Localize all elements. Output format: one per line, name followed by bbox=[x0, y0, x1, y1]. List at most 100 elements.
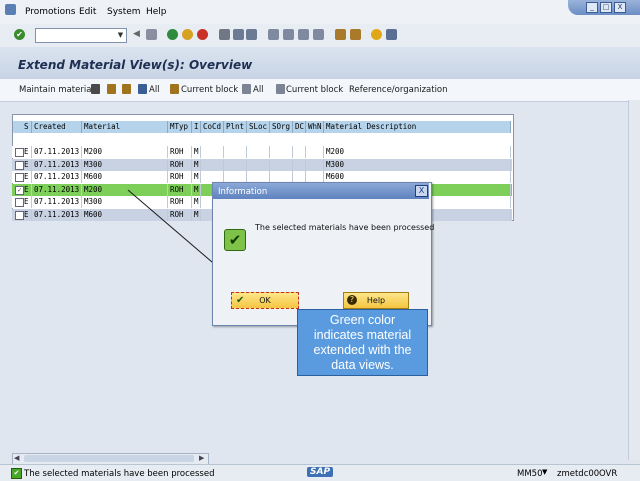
save-icon[interactable] bbox=[146, 29, 157, 40]
cell-created-date[interactable]: 07.11.2013 bbox=[32, 208, 82, 221]
cell-created-date[interactable]: 07.11.2013 bbox=[32, 196, 82, 208]
dialog-close-button[interactable]: X bbox=[415, 185, 428, 197]
column-header-sorg[interactable]: SOrg bbox=[270, 121, 293, 133]
column-header-whn[interactable]: WhN bbox=[306, 121, 324, 133]
maximize-button[interactable]: □ bbox=[600, 2, 612, 13]
cell-material-type[interactable]: ROH bbox=[168, 171, 192, 183]
scroll-left-icon[interactable]: ◀ bbox=[14, 454, 19, 462]
cell-industry-sector[interactable]: M bbox=[192, 171, 201, 183]
horizontal-scroll-thumb[interactable] bbox=[24, 455, 194, 462]
last-page-icon[interactable] bbox=[313, 29, 324, 40]
cell-material-type[interactable]: ROH bbox=[168, 208, 192, 221]
previous-page-icon[interactable] bbox=[283, 29, 294, 40]
cell-empty[interactable] bbox=[224, 146, 247, 158]
first-page-icon[interactable] bbox=[268, 29, 279, 40]
create-session-icon[interactable] bbox=[335, 29, 346, 40]
command-dropdown-icon[interactable]: ▼ bbox=[116, 29, 125, 41]
column-header-sloc[interactable]: SLoc bbox=[247, 121, 270, 133]
select-all-icon[interactable] bbox=[138, 84, 147, 94]
cell-material-number[interactable]: M600 bbox=[82, 171, 168, 183]
cell-industry-sector[interactable]: M bbox=[192, 146, 201, 158]
cell-empty[interactable] bbox=[201, 146, 224, 158]
deselect-current-block-button[interactable]: Current block bbox=[286, 85, 343, 95]
cell-empty[interactable] bbox=[293, 158, 306, 171]
filter-icon[interactable] bbox=[122, 84, 131, 94]
dialog-help-button[interactable]: ? Help bbox=[343, 292, 409, 309]
find-icon[interactable] bbox=[233, 29, 244, 40]
column-header-created[interactable]: Created bbox=[32, 121, 82, 133]
enter-icon[interactable]: ✔ bbox=[14, 29, 25, 40]
cell-empty[interactable] bbox=[306, 158, 324, 171]
cell-material-number[interactable]: M300 bbox=[82, 158, 168, 171]
cell-material-type[interactable]: ROH bbox=[168, 196, 192, 208]
cell-industry-sector[interactable]: M bbox=[192, 208, 201, 221]
minimize-button[interactable]: _ bbox=[586, 2, 598, 13]
cell-status[interactable]: E bbox=[22, 158, 32, 171]
cell-status[interactable]: E bbox=[22, 146, 32, 158]
menu-help[interactable]: Help bbox=[146, 7, 167, 17]
column-header-material-description[interactable]: Material Description bbox=[324, 121, 511, 133]
shortcut-icon[interactable] bbox=[350, 29, 361, 40]
menu-promotions[interactable]: Promotions bbox=[25, 7, 75, 17]
status-dropdown-icon[interactable]: ▼ bbox=[542, 468, 547, 476]
cell-empty[interactable] bbox=[270, 158, 293, 171]
close-window-button[interactable]: X bbox=[614, 2, 626, 13]
column-header-i[interactable]: I bbox=[192, 121, 201, 133]
cell-status[interactable]: E bbox=[22, 183, 32, 196]
cell-industry-sector[interactable]: M bbox=[192, 196, 201, 208]
cell-material-type[interactable]: ROH bbox=[168, 183, 192, 196]
maintain-materials-button[interactable]: Maintain materials bbox=[19, 85, 98, 95]
cell-created-date[interactable]: 07.11.2013 bbox=[32, 146, 82, 158]
column-header-dc[interactable]: DC bbox=[293, 121, 306, 133]
cell-empty[interactable] bbox=[201, 158, 224, 171]
cell-material-type[interactable]: ROH bbox=[168, 146, 192, 158]
next-page-icon[interactable] bbox=[298, 29, 309, 40]
column-header-plnt[interactable]: Plnt bbox=[224, 121, 247, 133]
table-row[interactable]: E 07.11.2013 M300 ROH M M300 bbox=[12, 158, 512, 171]
status-insert-mode[interactable]: OVR bbox=[599, 469, 617, 479]
cell-material-number[interactable]: M600 bbox=[82, 208, 168, 221]
cell-empty[interactable] bbox=[270, 146, 293, 158]
column-header-mtyp[interactable]: MTyp bbox=[168, 121, 192, 133]
status-transaction-code[interactable]: MM50 bbox=[517, 469, 542, 479]
find-next-icon[interactable] bbox=[246, 29, 257, 40]
cell-status[interactable]: E bbox=[22, 208, 32, 221]
deselect-all-button[interactable]: All bbox=[253, 85, 264, 95]
select-all-button[interactable]: All bbox=[149, 85, 160, 95]
cell-material-type[interactable]: ROH bbox=[168, 158, 192, 171]
back-icon[interactable] bbox=[167, 29, 178, 40]
deselect-all-icon[interactable] bbox=[242, 84, 251, 94]
vertical-scrollbar[interactable] bbox=[628, 100, 640, 460]
cell-empty[interactable] bbox=[293, 146, 306, 158]
cell-empty[interactable] bbox=[247, 158, 270, 171]
cell-created-date[interactable]: 07.11.2013 bbox=[32, 183, 82, 196]
cell-created-date[interactable]: 07.11.2013 bbox=[32, 171, 82, 183]
cell-empty[interactable] bbox=[306, 146, 324, 158]
column-header-material[interactable]: Material bbox=[82, 121, 168, 133]
menu-edit[interactable]: Edit bbox=[79, 7, 96, 17]
cell-material-description[interactable]: M200 bbox=[324, 146, 511, 158]
cell-empty[interactable] bbox=[247, 146, 270, 158]
scroll-right-icon[interactable]: ▶ bbox=[199, 454, 204, 462]
cancel-icon[interactable] bbox=[197, 29, 208, 40]
cell-material-number[interactable]: M200 bbox=[82, 183, 168, 196]
sort-ascending-icon[interactable] bbox=[107, 84, 116, 94]
layout-menu-icon[interactable] bbox=[386, 29, 397, 40]
exit-icon[interactable] bbox=[182, 29, 193, 40]
column-header-s[interactable]: S bbox=[22, 121, 32, 133]
status-message[interactable]: The selected materials have been process… bbox=[24, 469, 215, 479]
cell-created-date[interactable]: 07.11.2013 bbox=[32, 158, 82, 171]
table-row[interactable]: E 07.11.2013 M200 ROH M M200 bbox=[12, 146, 512, 158]
reference-organization-button[interactable]: Reference/organization bbox=[349, 85, 448, 95]
column-header-cocd[interactable]: CoCd bbox=[201, 121, 224, 133]
help-icon[interactable] bbox=[371, 29, 382, 40]
cell-material-description[interactable]: M300 bbox=[324, 158, 511, 171]
select-current-block-button[interactable]: Current block bbox=[181, 85, 238, 95]
cell-material-number[interactable]: M300 bbox=[82, 196, 168, 208]
deselect-block-icon[interactable] bbox=[276, 84, 285, 94]
cell-material-number[interactable]: M200 bbox=[82, 146, 168, 158]
select-block-icon[interactable] bbox=[170, 84, 179, 94]
command-field[interactable] bbox=[35, 28, 127, 43]
cell-industry-sector[interactable]: M bbox=[192, 183, 201, 196]
cell-industry-sector[interactable]: M bbox=[192, 158, 201, 171]
